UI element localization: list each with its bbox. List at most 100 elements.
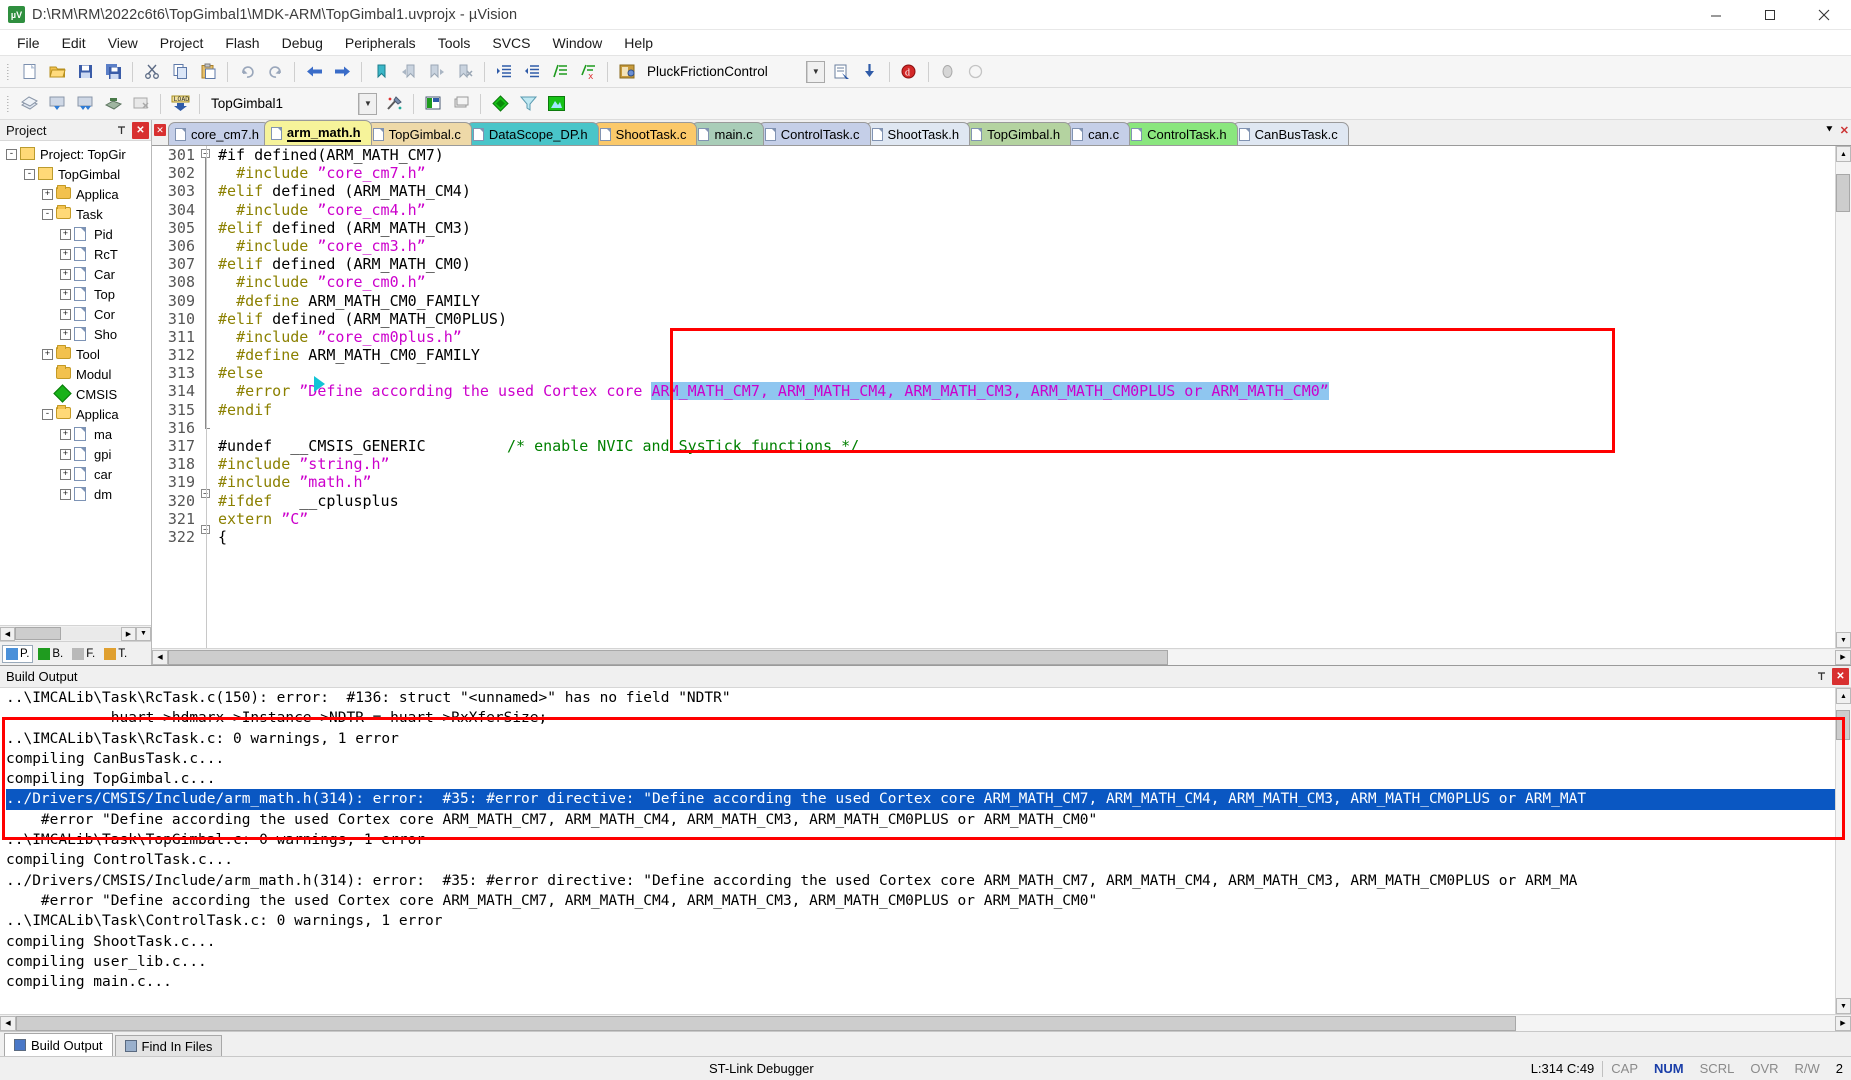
tree-item[interactable]: + ma (0, 424, 151, 444)
books-icon[interactable] (487, 91, 513, 117)
scroll-right-icon[interactable]: ▶ (1835, 1015, 1851, 1031)
hscroll-thumb[interactable] (168, 649, 1168, 665)
menu-item-window[interactable]: Window (542, 32, 614, 54)
bottom-tab-build-output[interactable]: Build Output (4, 1033, 113, 1056)
menu-item-file[interactable]: File (6, 32, 51, 54)
batch-build-icon[interactable] (72, 91, 98, 117)
tree-item[interactable]: + Sho (0, 324, 151, 344)
scroll-down-icon[interactable]: ▼ (1836, 998, 1851, 1014)
pin-icon[interactable] (113, 122, 130, 139)
scroll-left-icon[interactable]: ◀ (0, 626, 15, 641)
pin-icon[interactable] (1813, 668, 1830, 685)
code-line[interactable]: #elif defined (ARM_MATH_CM3) (218, 219, 1835, 237)
save-icon[interactable] (72, 59, 98, 85)
toolbar-grip[interactable] (5, 93, 12, 114)
fold-column[interactable]: − − − (200, 146, 214, 648)
project-tab-t[interactable]: T. (100, 645, 131, 663)
rebuild-icon[interactable] (44, 91, 70, 117)
tree-item[interactable]: + Applica (0, 184, 151, 204)
menu-item-tools[interactable]: Tools (427, 32, 482, 54)
uncomment-icon[interactable]: x (575, 59, 601, 85)
build-output-text[interactable]: ..\IMCALib\Task\RcTask.c(150): error: #1… (0, 688, 1835, 1014)
editor-tab-controltask-h[interactable]: ControlTask.h (1124, 122, 1238, 145)
menu-item-help[interactable]: Help (613, 32, 664, 54)
tabstrip-close-icon[interactable]: ✕ (154, 124, 166, 136)
save-all-icon[interactable] (100, 59, 126, 85)
hscroll-track[interactable] (16, 1015, 1835, 1031)
build-output-hscrollbar[interactable]: ◀ ▶ (0, 1014, 1851, 1031)
code-line[interactable]: #elif defined (ARM_MATH_CM4) (218, 182, 1835, 200)
download-icon[interactable] (857, 59, 883, 85)
editor-tab-topgimbal-h[interactable]: TopGimbal.h (964, 122, 1072, 145)
tree-item[interactable]: + Cor (0, 304, 151, 324)
menu-item-view[interactable]: View (97, 32, 149, 54)
collapse-icon[interactable]: - (42, 208, 53, 220)
close-button[interactable] (1797, 0, 1851, 29)
code-line[interactable]: #define ARM_MATH_CM0_FAMILY (218, 292, 1835, 310)
code-line[interactable]: #error ”Define according the used Cortex… (218, 382, 1835, 401)
start-stop-icon[interactable] (935, 59, 961, 85)
build-output-line[interactable]: #error "Define according the used Cortex… (6, 810, 1835, 830)
editor-tab-topgimbal-c[interactable]: TopGimbal.c (365, 122, 472, 145)
collapse-icon[interactable]: - (42, 408, 53, 420)
code-line[interactable]: #include ”string.h” (218, 455, 1835, 473)
hscroll-thumb[interactable] (16, 1015, 1516, 1031)
indent-icon[interactable] (491, 59, 517, 85)
expand-icon[interactable]: + (60, 288, 71, 300)
code-line[interactable]: #endif (218, 401, 1835, 419)
expand-icon[interactable]: + (60, 268, 71, 280)
stop-build-icon[interactable] (128, 91, 154, 117)
hscroll-thumb[interactable] (15, 627, 61, 640)
build-output-line[interactable]: huart->hdmarx->Instance->NDTR = huart->R… (6, 708, 1835, 728)
bookmark-prev-icon[interactable] (396, 59, 422, 85)
templates-icon[interactable] (543, 91, 569, 117)
undo-icon[interactable] (234, 59, 260, 85)
scroll-right-icon[interactable]: ▶ (1835, 649, 1851, 665)
code-line[interactable]: #include ”core_cm3.h” (218, 237, 1835, 255)
bookmark-next-icon[interactable] (424, 59, 450, 85)
editor-tab-controltask-c[interactable]: ControlTask.c (757, 122, 871, 145)
bottom-tab-find-in-files[interactable]: Find In Files (114, 1035, 223, 1056)
expand-icon[interactable]: + (60, 448, 71, 460)
windows-icon[interactable] (448, 91, 474, 117)
menu-item-project[interactable]: Project (149, 32, 215, 54)
tree-item[interactable]: + Tool (0, 344, 151, 364)
code-line[interactable]: #include ”core_cm7.h” (218, 164, 1835, 182)
source-browser-icon[interactable] (420, 91, 446, 117)
code-line[interactable]: #include ”core_cm4.h” (218, 201, 1835, 219)
tab-list-icon[interactable]: ⯆ (1825, 124, 1834, 137)
open-file-icon[interactable] (44, 59, 70, 85)
scroll-left-icon[interactable]: ◀ (152, 649, 168, 665)
expand-icon[interactable]: + (60, 328, 71, 340)
build-output-line[interactable]: ..\IMCALib\Task\RcTask.c: 0 warnings, 1 … (6, 729, 1835, 749)
build-output-line[interactable]: #error "Define according the used Cortex… (6, 891, 1835, 911)
menu-item-svcs[interactable]: SVCS (481, 32, 541, 54)
hscroll-track[interactable] (15, 627, 121, 640)
project-tree-hscrollbar[interactable]: ◀ ▶ ▼ (0, 625, 151, 641)
code-editor[interactable]: 301 302 303 304 305 306 307 308 309 310 311 312 313 3… (152, 146, 1851, 648)
tree-item[interactable]: + dm (0, 484, 151, 504)
build-output-line[interactable]: compiling main.c... (6, 972, 1835, 992)
code-line[interactable]: extern ”C” (218, 510, 1835, 528)
tree-item[interactable]: + Pid (0, 224, 151, 244)
bookmark-clear-icon[interactable] (452, 59, 478, 85)
code-pane[interactable]: 301 302 303 304 305 306 307 308 309 310 311 312 313 3… (152, 146, 1835, 648)
toolbar-grip[interactable] (5, 61, 12, 82)
menu-item-debug[interactable]: Debug (271, 32, 334, 54)
navigate-back-icon[interactable] (301, 59, 327, 85)
vscroll-thumb[interactable] (1836, 710, 1850, 740)
editor-tab-canbustask-c[interactable]: CanBusTask.c (1231, 122, 1349, 145)
project-combo[interactable]: ▼ (358, 92, 377, 115)
editor-tab-datascope_dp-h[interactable]: DataScope_DP.h (465, 122, 599, 145)
scroll-left-icon[interactable]: ◀ (0, 1015, 16, 1031)
build-output-line[interactable]: compiling ShootTask.c... (6, 932, 1835, 952)
build-output-body[interactable]: ..\IMCALib\Task\RcTask.c(150): error: #1… (0, 688, 1851, 1014)
editor-vscrollbar[interactable]: ▲ ▼ (1835, 146, 1851, 648)
build-output-line[interactable]: compiling user_lib.c... (6, 952, 1835, 972)
code-line[interactable] (218, 419, 1835, 437)
editor-tab-main-c[interactable]: main.c (691, 122, 764, 145)
scroll-up-icon[interactable]: ▲ (1836, 688, 1851, 704)
scroll-right-icon[interactable]: ▶ (121, 626, 136, 641)
comment-icon[interactable] (547, 59, 573, 85)
tree-item[interactable]: Modul (0, 364, 151, 384)
